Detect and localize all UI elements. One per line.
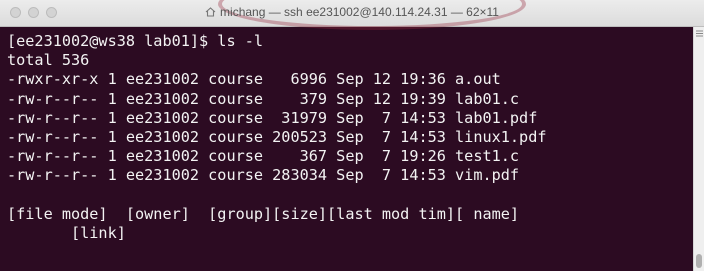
prompt-line: [ee231002@ws38 lab01]$ ls -l <box>7 32 264 50</box>
file-entry-test1-c: -rw-r--r-- 1 ee231002 course 367 Sep 7 1… <box>7 147 520 166</box>
title-bar[interactable]: michang — ssh ee231002@140.114.24.31 — 6… <box>0 0 704 30</box>
terminal-output[interactable]: [ee231002@ws38 lab01]$ ls -l total 536 -… <box>0 27 694 271</box>
total-line: total 536 <box>7 51 90 70</box>
window-title-text: michang — ssh ee231002@140.114.24.31 — 6… <box>220 5 499 19</box>
column-legend-line: [file mode] [owner] [group][size][last m… <box>7 204 520 223</box>
terminal-window: michang — ssh ee231002@140.114.24.31 — 6… <box>0 0 704 271</box>
scroll-thumb[interactable] <box>696 254 702 268</box>
file-entry-linux1-pdf: -rw-r--r-- 1 ee231002 course 200523 Sep … <box>7 127 547 146</box>
vertical-scrollbar[interactable] <box>693 27 704 271</box>
file-entry-lab01-pdf: -rw-r--r-- 1 ee231002 course 31979 Sep 7… <box>7 108 538 127</box>
scroll-menu-icon[interactable] <box>696 30 703 37</box>
file-entry-a-out: -rwxr-xr-x 1 ee231002 course 6996 Sep 12… <box>7 70 501 89</box>
file-entry-vim-pdf: -rw-r--r-- 1 ee231002 course 283034 Sep … <box>7 166 520 185</box>
column-legend-link-line: [link] <box>7 223 126 242</box>
file-entry-lab01-c: -rw-r--r-- 1 ee231002 course 379 Sep 12 … <box>7 89 520 108</box>
home-icon <box>205 7 216 17</box>
window-title: michang — ssh ee231002@140.114.24.31 — 6… <box>0 5 704 19</box>
